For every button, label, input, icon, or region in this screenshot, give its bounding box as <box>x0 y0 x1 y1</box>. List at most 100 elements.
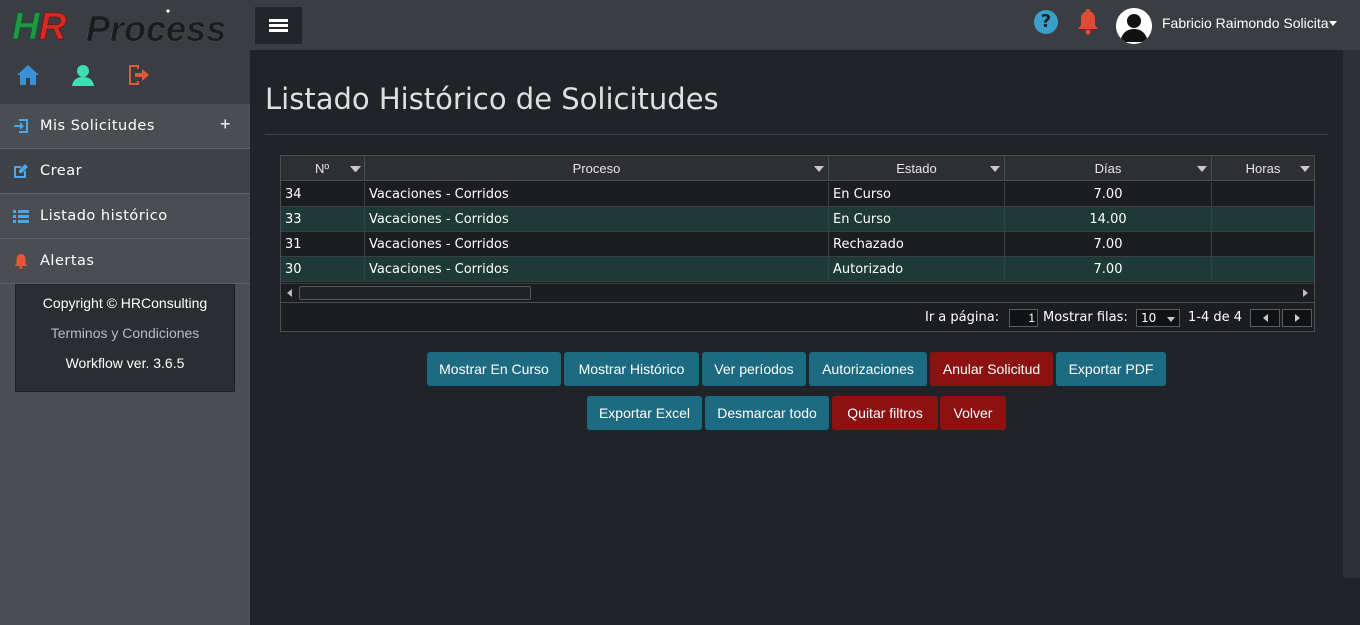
cell-proceso: Vacaciones - Corridos <box>365 232 829 257</box>
cell-proceso: Vacaciones - Corridos <box>365 182 829 207</box>
scrollbar-thumb[interactable] <box>299 286 531 300</box>
horizontal-scrollbar[interactable] <box>281 283 1314 303</box>
cell-dias: 14.00 <box>1005 207 1212 232</box>
cell-horas <box>1212 232 1314 257</box>
sidebar-item-mis-solicitudes[interactable]: Mis Solicitudes + <box>0 104 250 149</box>
filter-dropdown-icon[interactable] <box>814 166 824 172</box>
cell-proceso: Vacaciones - Corridos <box>365 257 829 282</box>
table-row[interactable]: 34 Vacaciones - Corridos En Curso 7.00 <box>281 182 1314 207</box>
chevron-left-icon <box>1263 314 1268 322</box>
ver-periodos-button[interactable]: Ver períodos <box>702 352 806 386</box>
column-header-label: Proceso <box>572 161 621 176</box>
rows-per-page-select[interactable]: 10 <box>1136 309 1180 327</box>
filter-dropdown-icon[interactable] <box>1197 166 1207 172</box>
desmarcar-todo-button[interactable]: Desmarcar todo <box>705 396 829 430</box>
vertical-scrollbar[interactable] <box>1343 50 1360 578</box>
top-bar: H R Process ? Fabricio Raimondo Solicita <box>0 0 1360 50</box>
user-avatar-icon[interactable] <box>1116 8 1152 44</box>
column-header-estado[interactable]: Estado <box>829 156 1005 181</box>
sidebar-footer: Copyright © HRConsulting Terminos y Cond… <box>15 284 235 392</box>
cell-estado: En Curso <box>829 182 1005 207</box>
cell-proceso: Vacaciones - Corridos <box>365 207 829 232</box>
column-header-label: Días <box>1094 161 1122 176</box>
chevron-down-icon[interactable] <box>1329 21 1337 26</box>
cell-no: 34 <box>281 182 365 207</box>
sidebar: Mis Solicitudes + Crear Listado históric… <box>0 50 250 625</box>
cell-horas <box>1212 207 1314 232</box>
column-header-proceso[interactable]: Proceso <box>351 156 829 181</box>
column-header-label: Nº <box>315 161 330 176</box>
sidebar-quick-icons <box>0 50 250 104</box>
mostrar-historico-button[interactable]: Mostrar Histórico <box>564 352 699 386</box>
prev-page-button[interactable] <box>1250 309 1280 327</box>
user-name[interactable]: Fabricio Raimondo Solicita <box>1162 15 1329 31</box>
filter-dropdown-icon[interactable] <box>1300 166 1310 172</box>
cell-dias: 7.00 <box>1005 232 1212 257</box>
hr-process-logo[interactable]: H R Process <box>12 5 238 47</box>
exportar-pdf-button[interactable]: Exportar PDF <box>1056 352 1166 386</box>
chevron-right-icon <box>1295 314 1300 322</box>
version-text: Workflow ver. 3.6.5 <box>65 355 185 371</box>
scroll-right-arrow-icon[interactable] <box>1303 289 1308 297</box>
goto-page-label: Ir a página: <box>925 310 1000 325</box>
svg-text:R: R <box>39 6 67 47</box>
cell-estado: Rechazado <box>829 232 1005 257</box>
table-row[interactable]: 30 Vacaciones - Corridos Autorizado 7.00 <box>281 257 1314 282</box>
terms-link[interactable]: Terminos y Condiciones <box>16 325 234 341</box>
filter-dropdown-icon[interactable] <box>351 166 361 172</box>
sidebar-item-label: Listado histórico <box>40 208 168 224</box>
sign-in-icon <box>14 119 28 133</box>
cell-dias: 7.00 <box>1005 257 1212 282</box>
cell-dias: 7.00 <box>1005 182 1212 207</box>
page-range-text: 1-4 de 4 <box>1188 310 1243 325</box>
scroll-left-arrow-icon[interactable] <box>287 289 292 297</box>
bell-icon[interactable] <box>1077 9 1099 35</box>
rows-per-page-value: 10 <box>1141 311 1157 325</box>
goto-page-input[interactable] <box>1009 309 1038 327</box>
cell-horas <box>1212 182 1314 207</box>
user-icon[interactable] <box>71 63 95 87</box>
sidebar-item-label: Mis Solicitudes <box>40 118 155 134</box>
question-circle-icon[interactable]: ? <box>1034 10 1058 34</box>
svg-text:H: H <box>12 6 41 47</box>
column-header-label: Horas <box>1245 161 1281 176</box>
requests-grid: Nº Proceso Estado Días Horas 34 Vacacion… <box>280 155 1315 332</box>
sidebar-item-crear[interactable]: Crear <box>0 149 250 194</box>
bell-icon <box>14 254 28 269</box>
filter-dropdown-icon[interactable] <box>990 166 1000 172</box>
cell-no: 31 <box>281 232 365 257</box>
table-row[interactable]: 31 Vacaciones - Corridos Rechazado 7.00 <box>281 232 1314 257</box>
anular-solicitud-button[interactable]: Anular Solicitud <box>930 352 1053 386</box>
column-header-horas[interactable]: Horas <box>1212 156 1314 181</box>
mostrar-en-curso-button[interactable]: Mostrar En Curso <box>427 352 561 386</box>
expand-plus-icon[interactable]: + <box>220 114 231 135</box>
sidebar-item-listado-historico[interactable]: Listado histórico <box>0 194 250 239</box>
quitar-filtros-button[interactable]: Quitar filtros <box>832 396 938 430</box>
grid-pager: Ir a página: Mostrar filas: 10 1-4 de 4 <box>281 304 1314 331</box>
edit-icon <box>14 164 28 178</box>
logout-icon[interactable] <box>126 63 150 87</box>
rows-per-page-label: Mostrar filas: <box>1043 310 1128 325</box>
table-row[interactable]: 33 Vacaciones - Corridos En Curso 14.00 <box>281 207 1314 232</box>
cell-horas <box>1212 257 1314 282</box>
column-header-dias[interactable]: Días <box>1005 156 1212 181</box>
title-divider <box>265 134 1328 135</box>
sidebar-item-label: Crear <box>40 163 83 179</box>
chevron-down-icon <box>1167 317 1175 322</box>
cell-no: 30 <box>281 257 365 282</box>
cell-estado: En Curso <box>829 207 1005 232</box>
hamburger-icon <box>269 19 288 32</box>
exportar-excel-button[interactable]: Exportar Excel <box>587 396 702 430</box>
menu-toggle-button[interactable] <box>255 7 302 44</box>
svg-text:Process: Process <box>86 8 226 47</box>
home-icon[interactable] <box>16 63 40 87</box>
next-page-button[interactable] <box>1282 309 1312 327</box>
page-title: Listado Histórico de Solicitudes <box>265 82 719 116</box>
grid-header: Nº Proceso Estado Días Horas <box>281 156 1314 181</box>
cell-estado: Autorizado <box>829 257 1005 282</box>
volver-button[interactable]: Volver <box>940 396 1006 430</box>
sidebar-item-label: Alertas <box>40 253 95 269</box>
cell-no: 33 <box>281 207 365 232</box>
autorizaciones-button[interactable]: Autorizaciones <box>809 352 927 386</box>
sidebar-item-alertas[interactable]: Alertas <box>0 239 250 284</box>
